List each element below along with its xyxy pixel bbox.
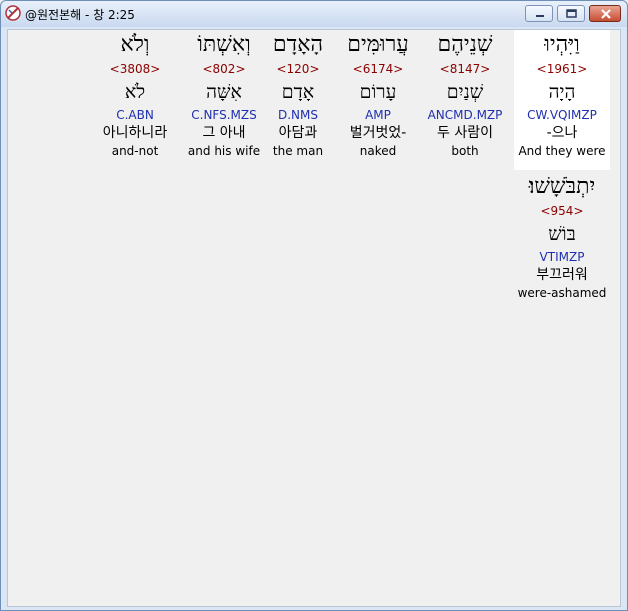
word-column[interactable]: שְׁנֵיהֶם <8147> שְׁנַיִם ANCMD.MZP 두 사람… bbox=[417, 30, 513, 159]
window-title: @원전본해 - 창 2:25 bbox=[25, 8, 135, 22]
hebrew-lemma: שְׁנַיִם bbox=[446, 81, 484, 103]
hebrew-lemma: לֹא bbox=[124, 81, 146, 103]
minimize-button[interactable] bbox=[525, 5, 553, 22]
strong-number[interactable]: <8147> bbox=[417, 60, 513, 78]
hebrew-word: וַיִּהְיוּ bbox=[544, 32, 580, 57]
interlinear-panel: וְלֹא <3808> לֹא C.ABN 아니하니라 and-not וְא… bbox=[7, 29, 621, 607]
close-button[interactable] bbox=[589, 5, 621, 22]
strong-number[interactable]: <6174> bbox=[330, 60, 426, 78]
english-gloss: both bbox=[451, 144, 479, 158]
morph-code: AMP bbox=[365, 108, 391, 122]
english-gloss: were-ashamed bbox=[517, 286, 607, 300]
morph-code: C.ABN bbox=[116, 108, 154, 122]
word-column[interactable]: יִתְבֹּשָׁשׁוּ׃ <954> בּוֹשׁ VTIMZP 부끄러워… bbox=[514, 172, 610, 301]
strong-number[interactable]: <1961> bbox=[514, 60, 610, 78]
hebrew-lemma: עָרוֹם bbox=[359, 81, 397, 103]
selected-word-column[interactable]: וַיִּהְיוּ <1961> הָיָה CW.VQIMZP -으나 An… bbox=[514, 30, 610, 170]
close-icon bbox=[601, 9, 611, 19]
korean-gloss: -으나 bbox=[546, 125, 578, 141]
hebrew-lemma: הָיָה bbox=[548, 81, 576, 103]
maximize-icon bbox=[566, 9, 577, 18]
word-column[interactable]: עֲרוּמִּים <6174> עָרוֹם AMP 벌거벗었- naked bbox=[330, 30, 426, 159]
hebrew-lemma: בּוֹשׁ bbox=[548, 223, 576, 245]
korean-gloss: 부끄러워 bbox=[536, 267, 588, 283]
hebrew-word: וְלֹא bbox=[120, 32, 150, 57]
minimize-icon bbox=[536, 15, 544, 17]
morph-code: CW.VQIMZP bbox=[527, 108, 597, 122]
hebrew-word: שְׁנֵיהֶם bbox=[437, 32, 493, 57]
morph-code: VTIMZP bbox=[539, 250, 585, 264]
word-column[interactable]: וְלֹא <3808> לֹא C.ABN 아니하니라 and-not bbox=[87, 30, 183, 159]
hebrew-word: עֲרוּמִּים bbox=[347, 32, 409, 57]
english-gloss: naked bbox=[359, 144, 397, 158]
korean-gloss: 아니하니라 bbox=[102, 125, 168, 141]
app-window: @원전본해 - 창 2:25 וְלֹא <3808> לֹא C.ABN 아니… bbox=[0, 0, 628, 611]
english-gloss: And they were bbox=[518, 144, 606, 158]
korean-gloss: 벌거벗었- bbox=[349, 125, 407, 141]
morph-code: ANCMD.MZP bbox=[427, 108, 503, 122]
strong-number[interactable]: <3808> bbox=[87, 60, 183, 78]
title-bar[interactable]: @원전본해 - 창 2:25 bbox=[1, 1, 627, 27]
korean-gloss: 두 사람이 bbox=[437, 125, 493, 141]
maximize-button[interactable] bbox=[557, 5, 585, 22]
bible-app-icon[interactable] bbox=[5, 5, 21, 21]
hebrew-word: יִתְבֹּשָׁשׁוּ׃ bbox=[528, 174, 596, 199]
english-gloss: and-not bbox=[111, 144, 159, 158]
strong-number[interactable]: <954> bbox=[514, 202, 610, 220]
